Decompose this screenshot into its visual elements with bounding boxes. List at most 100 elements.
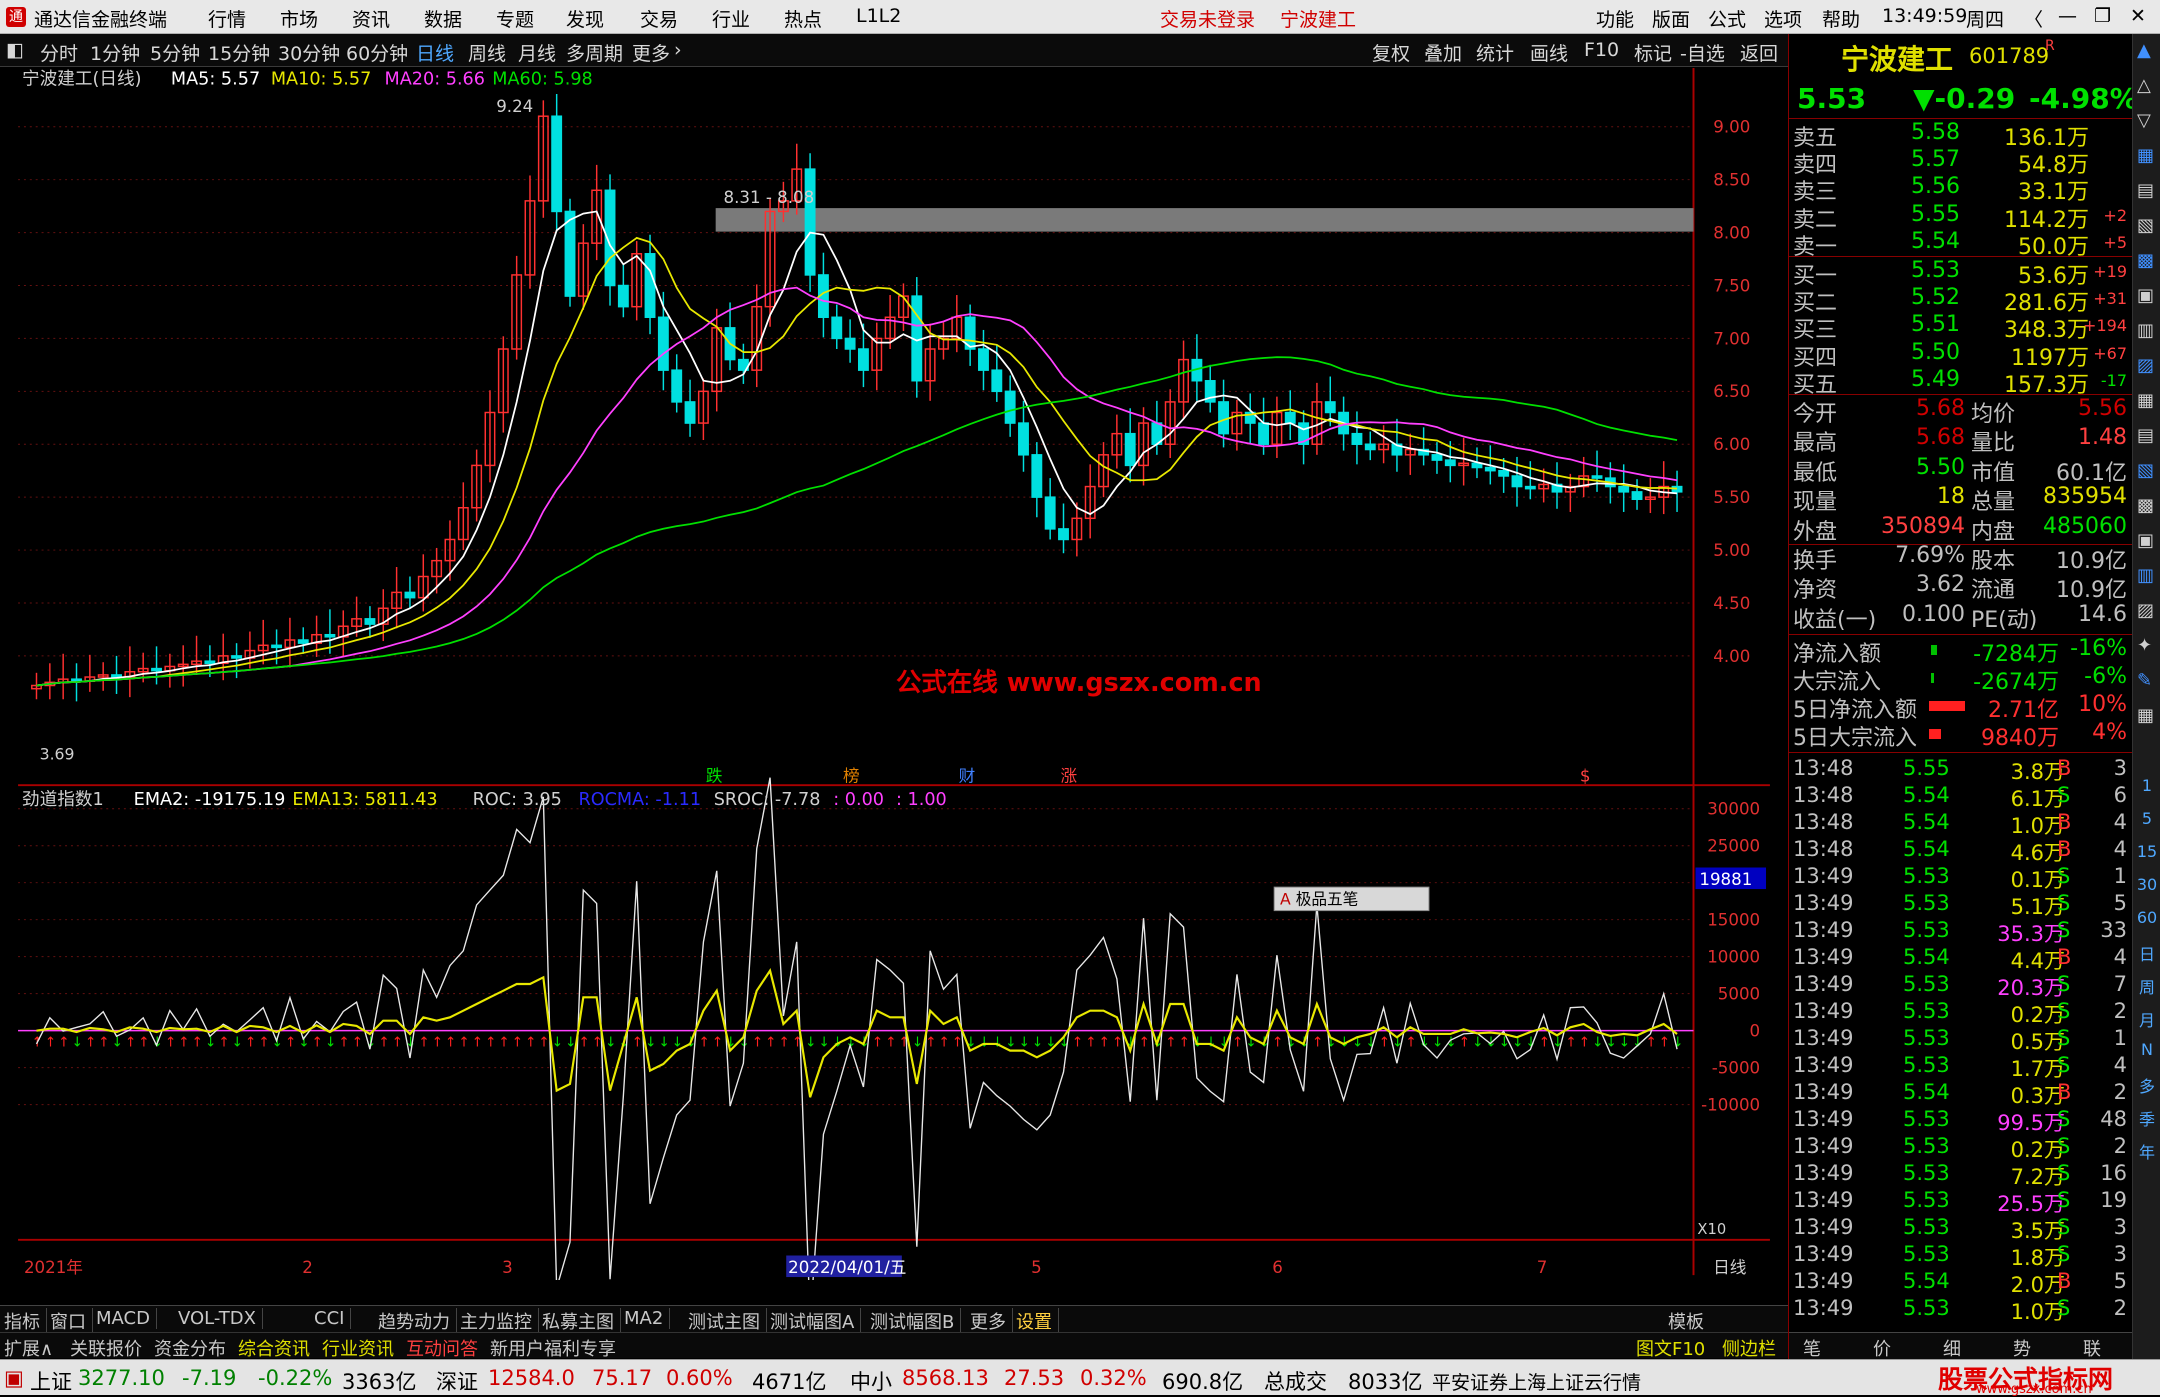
period-30min[interactable]: 30分钟 <box>278 39 340 66</box>
side-period-7[interactable]: 月 <box>2135 1007 2159 1031</box>
side-period-8[interactable]: N <box>2135 1040 2159 1059</box>
extend-tab-1[interactable]: 关联报价 <box>70 1335 142 1361</box>
side-tool-icon[interactable]: ▤ <box>2137 425 2154 446</box>
period-weekly[interactable]: 周线 <box>468 39 506 66</box>
menu-bangzhu[interactable]: 帮助 <box>1822 5 1860 32</box>
side-tool-icon[interactable]: ▥ <box>2137 565 2154 586</box>
side-period-4[interactable]: 60 <box>2135 908 2159 927</box>
minimize-icon[interactable]: — <box>2058 5 2077 27</box>
sz-name[interactable]: 深证 <box>436 1366 478 1396</box>
bottom-tab-0[interactable]: 指标 <box>4 1308 47 1334</box>
tool-fuquan[interactable]: 复权 <box>1372 39 1410 66</box>
tool-huaxian[interactable]: 画线 <box>1530 39 1568 66</box>
indicator-name[interactable]: 劲道指数1 <box>22 789 104 810</box>
side-tool-icon[interactable]: ▲ <box>2137 40 2151 61</box>
extend-tab-5[interactable]: 互动问答 <box>406 1335 478 1361</box>
side-tool-icon[interactable]: ▣ <box>2137 285 2154 306</box>
quote-tab-1[interactable]: 价 <box>1873 1335 1891 1361</box>
side-tool-icon[interactable]: ▧ <box>2137 215 2154 236</box>
bottom-tab-10[interactable]: 测试幅图A <box>770 1308 862 1334</box>
menu-gongneng[interactable]: 功能 <box>1596 5 1634 32</box>
bottom-tab-4[interactable]: CCI <box>314 1308 352 1329</box>
period-more[interactable]: 更多 <box>632 39 670 66</box>
bottom-tab-12[interactable]: 更多 <box>970 1308 1013 1334</box>
period-60min[interactable]: 60分钟 <box>346 39 408 66</box>
extend-tab-4[interactable]: 行业资讯 <box>322 1335 394 1361</box>
menu-jiaoyi[interactable]: 交易 <box>640 5 678 32</box>
side-tool-icon[interactable]: ▣ <box>2137 530 2154 551</box>
bottom-tab-1[interactable]: 窗口 <box>50 1308 93 1334</box>
bottom-tab-6[interactable]: 主力监控 <box>460 1308 539 1334</box>
kline-chart[interactable]: ↑ ↑ ↑ ↓ ↑ ↑ ↓ ↑ ↑ ↓ ↑ ↑ ↑ ↓ ↑ ↓ ↑ ↑ ↓ ↑ ↓ ↑ ↓ ↑ ↑ ↓ ↑ ↑ ↓ ↑ ↑ ↑ ↑ ↑ ↑ ↑ ↑ ↑ ↑ ↓… <box>0 68 1788 1280</box>
bottom-tab-2[interactable]: MACD <box>96 1308 157 1329</box>
tool-fanhui[interactable]: 返回 <box>1740 39 1778 66</box>
login-status[interactable]: 交易未登录 <box>1160 5 1255 32</box>
event-marker-die[interactable]: 跌 <box>706 766 723 785</box>
side-tool-icon[interactable]: ▩ <box>2137 495 2154 516</box>
side-tool-icon[interactable]: ▤ <box>2137 180 2154 201</box>
period-1min[interactable]: 1分钟 <box>90 39 140 66</box>
tool-f10[interactable]: F10 <box>1584 39 1619 61</box>
quote-tab-3[interactable]: 势 <box>2013 1335 2031 1361</box>
bottom-tab-7[interactable]: 私募主图 <box>542 1308 621 1334</box>
menu-gongshi[interactable]: 公式 <box>1708 5 1746 32</box>
side-tool-icon[interactable]: ▽ <box>2137 110 2151 131</box>
period-5min[interactable]: 5分钟 <box>150 39 200 66</box>
side-period-1[interactable]: 5 <box>2135 809 2159 828</box>
menu-shichang[interactable]: 市场 <box>280 5 318 32</box>
menu-faxian[interactable]: 发现 <box>566 5 604 32</box>
side-tool-icon[interactable]: ▧ <box>2137 460 2154 481</box>
side-tool-icon[interactable]: ▦ <box>2137 390 2154 411</box>
event-marker-cai[interactable]: 财 <box>959 766 976 785</box>
menu-zhuanti[interactable]: 专题 <box>496 5 534 32</box>
side-period-9[interactable]: 多 <box>2135 1073 2159 1097</box>
tool-zixuan[interactable]: -自选 <box>1680 39 1725 66</box>
bottom-tab-9[interactable]: 测试主图 <box>688 1308 767 1334</box>
extend-tab-2[interactable]: 资金分布 <box>154 1335 226 1361</box>
side-tool-icon[interactable]: ▥ <box>2137 320 2154 341</box>
quote-tab-4[interactable]: 联 <box>2083 1335 2101 1361</box>
side-period-11[interactable]: 年 <box>2135 1139 2159 1163</box>
ime-popup[interactable]: A 极品五笔 <box>1273 886 1430 912</box>
side-period-2[interactable]: 15 <box>2135 842 2159 861</box>
side-tool-icon[interactable]: ▨ <box>2137 600 2154 621</box>
menu-xuanxiang[interactable]: 选项 <box>1764 5 1802 32</box>
period-fenshi[interactable]: 分时 <box>40 39 78 66</box>
period-multi[interactable]: 多周期 <box>566 39 623 66</box>
menu-redian[interactable]: 热点 <box>784 5 822 32</box>
side-tool-icon[interactable]: ▩ <box>2137 250 2154 271</box>
side-tool-icon[interactable]: ▦ <box>2137 705 2154 726</box>
extend-tab-6[interactable]: 新用户福利专享 <box>490 1335 616 1361</box>
side-period-0[interactable]: 1 <box>2135 776 2159 795</box>
side-period-10[interactable]: 季 <box>2135 1106 2159 1130</box>
event-marker-zhang[interactable]: 涨 <box>1061 766 1078 785</box>
menu-shuju[interactable]: 数据 <box>424 5 462 32</box>
tool-diejia[interactable]: 叠加 <box>1424 39 1462 66</box>
side-tool-icon[interactable]: ✦ <box>2137 635 2152 656</box>
side-period-3[interactable]: 30 <box>2135 875 2159 894</box>
bottom-tab-3[interactable]: VOL-TDX <box>178 1308 263 1329</box>
restore-icon[interactable]: ❐ <box>2094 5 2111 27</box>
menu-hangye[interactable]: 行业 <box>712 5 750 32</box>
stock-tab[interactable]: 宁波建工 <box>1280 5 1356 32</box>
menu-hangqing[interactable]: 行情 <box>208 5 246 32</box>
f10-tab[interactable]: 图文F10 <box>1636 1335 1705 1361</box>
close-icon[interactable]: ✕ <box>2130 5 2146 27</box>
tool-biaoji[interactable]: 标记 <box>1634 39 1672 66</box>
side-tool-icon[interactable]: ✎ <box>2137 670 2152 691</box>
bottom-tab-13[interactable]: 设置 <box>1016 1308 1059 1334</box>
side-tool-icon[interactable]: ▦ <box>2137 145 2154 166</box>
template-tab[interactable]: 模板 <box>1668 1308 1704 1334</box>
sh-name[interactable]: 上证 <box>30 1366 72 1396</box>
side-tool-icon[interactable]: △ <box>2137 75 2151 96</box>
extend-tab-3[interactable]: 综合资讯 <box>238 1335 310 1361</box>
quote-tab-2[interactable]: 细 <box>1943 1335 1961 1361</box>
quote-tab-0[interactable]: 笔 <box>1803 1335 1821 1361</box>
menu-zixun[interactable]: 资讯 <box>352 5 390 32</box>
side-tool-icon[interactable]: ▨ <box>2137 355 2154 376</box>
period-15min[interactable]: 15分钟 <box>208 39 270 66</box>
period-daily[interactable]: 日线 <box>416 39 454 66</box>
toolbar-toggle-icon[interactable]: ◧ <box>6 39 24 61</box>
menu-l1l2[interactable]: L1L2 <box>856 5 901 27</box>
event-marker-bang[interactable]: 榜 <box>843 766 860 785</box>
